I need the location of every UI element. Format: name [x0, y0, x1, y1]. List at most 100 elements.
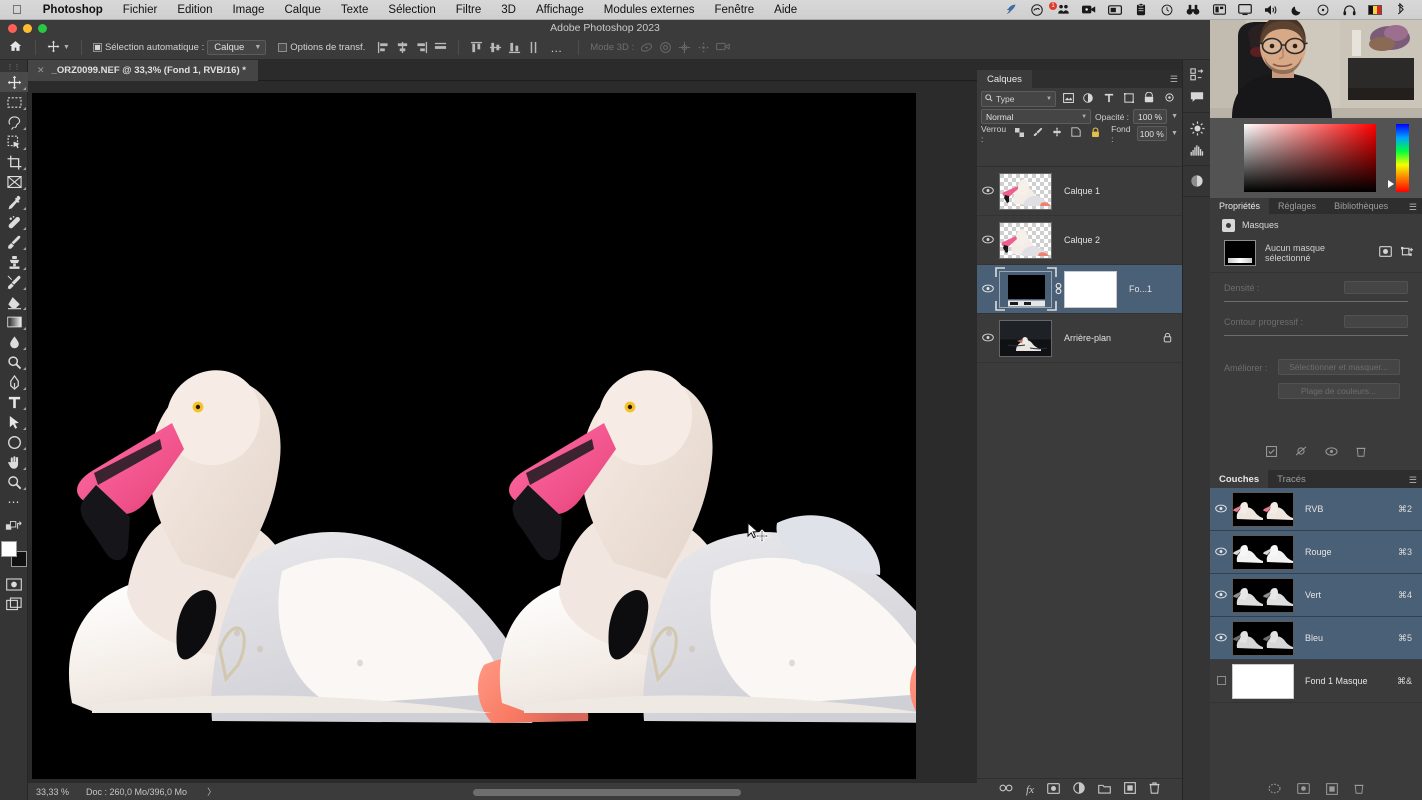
volume-icon[interactable] — [1258, 0, 1284, 20]
path-selection-tool[interactable] — [0, 412, 28, 432]
channel-thumbnail[interactable] — [1232, 620, 1294, 656]
shape-filter-icon[interactable] — [1121, 92, 1137, 106]
rectangle-icon[interactable] — [1102, 0, 1128, 20]
display-icon[interactable] — [1232, 0, 1258, 20]
close-icon[interactable]: ✕ — [37, 65, 45, 76]
zoom-tool[interactable] — [0, 472, 28, 492]
tab-calques[interactable]: Calques — [977, 70, 1032, 88]
chevron-down-icon[interactable]: ▼ — [63, 44, 70, 51]
zoom-level[interactable]: 33,33 % — [28, 787, 86, 797]
history-brush-tool[interactable] — [0, 272, 28, 292]
channel-thumbnail[interactable] — [1232, 577, 1294, 613]
brush-tool[interactable] — [0, 232, 28, 252]
rectangular-marquee-tool[interactable] — [0, 92, 28, 112]
tab-bibliotheques[interactable]: Bibliothèques — [1325, 198, 1397, 214]
table-row[interactable]: Fond 1 Masque ⌘& — [1210, 660, 1422, 703]
layer-name[interactable]: Arrière-plan — [1052, 333, 1163, 343]
color-gradient-picker[interactable] — [1244, 124, 1376, 192]
channel-visibility-toggle[interactable] — [1210, 675, 1232, 687]
foreground-color-swatch[interactable] — [0, 541, 17, 557]
lock-position-icon[interactable] — [1050, 127, 1065, 140]
auto-select-scope-dropdown[interactable]: Calque ▼ — [207, 40, 267, 55]
menu-image[interactable]: Image — [222, 4, 274, 16]
current-tool-preset[interactable]: ▼ — [41, 40, 76, 56]
home-icon[interactable] — [0, 40, 30, 55]
eyedropper-tool[interactable] — [0, 192, 28, 212]
belgium-flag-icon[interactable] — [1362, 0, 1388, 20]
layout-icon[interactable] — [1206, 0, 1232, 20]
clone-stamp-tool[interactable] — [0, 252, 28, 272]
lock-image-pixels-icon[interactable] — [1031, 127, 1046, 140]
document-tab[interactable]: ✕ _ORZ0099.NEF @ 33,3% (Fond 1, RVB/16) … — [28, 60, 258, 81]
eraser-tool[interactable] — [0, 292, 28, 312]
pen-tool[interactable] — [0, 372, 28, 392]
layer-visibility-toggle[interactable] — [977, 186, 999, 197]
table-row[interactable]: Calque 2 — [977, 216, 1182, 265]
more-options-button[interactable]: … — [546, 41, 567, 55]
delete-mask-icon[interactable] — [1356, 446, 1366, 459]
layer-filter-dropdown[interactable]: Type ▼ — [981, 91, 1056, 107]
apply-mask-icon[interactable] — [1266, 445, 1277, 459]
type-tool[interactable] — [0, 392, 28, 412]
menu-edition[interactable]: Edition — [167, 4, 222, 16]
channel-thumbnail[interactable] — [1232, 491, 1294, 527]
delete-layer-icon[interactable] — [1149, 782, 1160, 797]
tab-couches[interactable]: Couches — [1210, 470, 1269, 488]
swap-colors-icon[interactable] — [0, 517, 28, 537]
new-group-icon[interactable] — [1098, 783, 1111, 797]
history-icon[interactable] — [1183, 64, 1211, 86]
quick-mask-icon[interactable] — [0, 574, 28, 594]
link-layers-icon[interactable] — [999, 784, 1013, 795]
document-size-info[interactable]: Doc : 260,0 Mo/396,0 Mo — [86, 787, 187, 797]
foreground-background-color[interactable] — [0, 541, 27, 567]
link-mask-icon[interactable] — [1052, 282, 1064, 297]
clipboard-icon[interactable] — [1128, 0, 1154, 20]
adjustment-layer-icon[interactable] — [1073, 782, 1085, 797]
panel-menu-icon[interactable]: ☰ — [1409, 475, 1417, 486]
menu-affichage[interactable]: Affichage — [526, 4, 594, 16]
align-bottom-edges-icon[interactable] — [489, 41, 502, 54]
chevron-down-icon[interactable]: ▼ — [1171, 113, 1178, 120]
histogram-icon[interactable] — [1183, 139, 1211, 161]
channel-thumbnail[interactable] — [1232, 663, 1294, 699]
menu-filtre[interactable]: Filtre — [446, 4, 492, 16]
adjustments-icon[interactable] — [1183, 117, 1211, 139]
channel-visibility-toggle[interactable] — [1210, 504, 1232, 515]
table-row[interactable]: Vert ⌘4 — [1210, 574, 1422, 617]
menu-texte[interactable]: Texte — [331, 4, 379, 16]
moon-icon[interactable] — [1284, 0, 1310, 20]
timemachine-icon[interactable] — [1310, 0, 1336, 20]
filter-toggle-icon[interactable] — [1162, 93, 1178, 105]
menu-fenetre[interactable]: Fenêtre — [705, 4, 765, 16]
rocket-icon[interactable] — [998, 0, 1024, 20]
density-input[interactable] — [1344, 281, 1408, 294]
screen-record-icon[interactable] — [1076, 0, 1102, 20]
menu-selection[interactable]: Sélection — [378, 4, 445, 16]
align-top-edges-icon[interactable] — [434, 41, 447, 54]
distribute-center-icon[interactable] — [527, 41, 540, 54]
menu-3d[interactable]: 3D — [491, 4, 526, 16]
menu-modules-externes[interactable]: Modules externes — [594, 4, 705, 16]
menu-fichier[interactable]: Fichier — [113, 4, 168, 16]
layer-thumbnail[interactable] — [999, 319, 1052, 357]
tab-traces[interactable]: Tracés — [1268, 470, 1315, 488]
channel-visibility-toggle[interactable] — [1210, 547, 1232, 558]
pixel-mask-icon[interactable] — [1379, 246, 1392, 260]
dodge-tool[interactable] — [0, 352, 28, 372]
feather-input[interactable] — [1344, 315, 1408, 328]
layer-visibility-toggle[interactable] — [977, 333, 999, 344]
blur-tool[interactable] — [0, 332, 28, 352]
tab-reglages[interactable]: Réglages — [1269, 198, 1325, 214]
table-row[interactable]: Bleu ⌘5 — [1210, 617, 1422, 660]
table-row[interactable]: Calque 1 — [977, 167, 1182, 216]
smartobject-filter-icon[interactable] — [1141, 91, 1157, 106]
load-selection-icon[interactable] — [1268, 783, 1281, 797]
fill-layer-thumbnail[interactable] — [999, 270, 1052, 308]
creative-cloud-icon[interactable] — [1024, 0, 1050, 20]
density-slider[interactable] — [1224, 297, 1408, 307]
edit-toolbar-button[interactable]: ⋯ — [0, 492, 28, 512]
hand-tool[interactable] — [0, 452, 28, 472]
chevron-down-icon[interactable]: ▼ — [1171, 130, 1178, 137]
layer-thumbnail[interactable] — [999, 221, 1052, 259]
new-channel-icon[interactable] — [1326, 782, 1338, 798]
